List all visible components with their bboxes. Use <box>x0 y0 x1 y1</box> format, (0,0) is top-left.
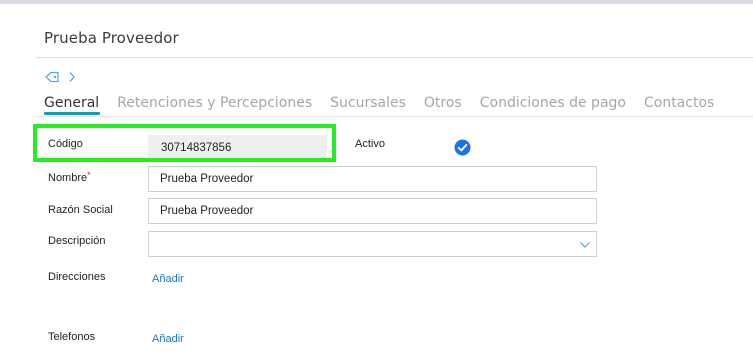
nombre-field[interactable]: Prueba Proveedor <box>148 166 597 192</box>
check-circle-icon <box>454 139 471 156</box>
tabs-divider <box>36 116 753 117</box>
title-divider <box>36 57 753 58</box>
descripcion-label: Descripción <box>48 235 106 247</box>
codigo-highlight-box <box>33 124 336 162</box>
tab-condiciones-pago[interactable]: Condiciones de pago <box>480 95 626 111</box>
direcciones-label: Direcciones <box>48 271 106 283</box>
top-bar <box>0 0 753 4</box>
tab-otros[interactable]: Otros <box>424 95 462 111</box>
tab-retenciones-percepciones[interactable]: Retenciones y Percepciones <box>117 95 312 111</box>
direcciones-add-link[interactable]: Añadir <box>152 273 184 285</box>
required-mark: * <box>87 170 91 180</box>
tag-breadcrumb[interactable] <box>44 71 76 83</box>
razon-social-label: Razón Social <box>48 204 113 216</box>
tag-icon[interactable] <box>44 71 60 83</box>
nombre-label-text: Nombre <box>48 172 88 184</box>
chevron-right-icon[interactable] <box>68 71 76 83</box>
activo-label: Activo <box>355 138 385 150</box>
tab-bar: General Retenciones y Percepciones Sucur… <box>44 95 714 111</box>
tab-general[interactable]: General <box>44 95 99 111</box>
nombre-label: Nombre* <box>48 170 91 184</box>
active-tab-indicator <box>44 112 100 115</box>
razon-social-field[interactable]: Prueba Proveedor <box>148 198 597 224</box>
razon-social-value: Prueba Proveedor <box>160 205 254 217</box>
nombre-value: Prueba Proveedor <box>160 173 254 185</box>
activo-checkbox[interactable] <box>454 139 471 156</box>
telefonos-label: Telefonos <box>48 331 96 343</box>
tab-sucursales[interactable]: Sucursales <box>330 95 406 111</box>
tab-contactos[interactable]: Contactos <box>644 95 714 111</box>
telefonos-add-link[interactable]: Añadir <box>152 333 184 345</box>
page-title: Prueba Proveedor <box>44 29 179 47</box>
chevron-down-icon[interactable] <box>579 240 591 252</box>
descripcion-field[interactable] <box>148 231 597 257</box>
